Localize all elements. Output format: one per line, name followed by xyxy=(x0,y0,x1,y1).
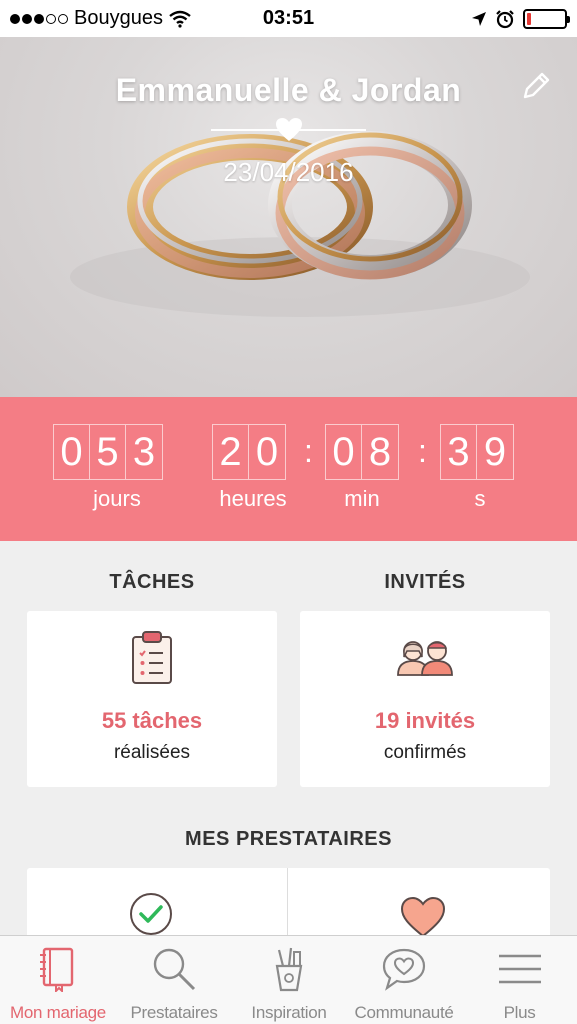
notebook-icon xyxy=(40,947,74,992)
status-time: 03:51 xyxy=(262,7,315,29)
battery-icon xyxy=(523,8,570,29)
wedding-date: 23/04/2016 xyxy=(223,157,354,187)
heart-icon xyxy=(276,118,302,141)
seconds-label: s xyxy=(474,486,486,511)
tab-label: Communauté xyxy=(354,1003,454,1022)
days-digit: 0 xyxy=(54,425,90,479)
minutes-digit: 8 xyxy=(368,430,392,474)
signal-dot xyxy=(46,13,56,24)
guests-title: INVITÉS xyxy=(384,571,466,593)
check-circle-icon xyxy=(130,893,172,935)
guests-card[interactable]: 19 invités confirmés xyxy=(300,611,550,787)
tab-label: Inspiration xyxy=(251,1003,327,1022)
hours-digit: 0 xyxy=(255,430,279,474)
hours-label: heures xyxy=(219,486,287,511)
status-bar: Bouygues 03:51 xyxy=(0,0,577,37)
providers-title: MES PRESTATAIRES xyxy=(185,828,392,850)
edit-pencil-icon[interactable] xyxy=(519,69,553,103)
signal-dot xyxy=(58,13,68,24)
couple-guests-icon xyxy=(397,641,453,676)
hours-digit: 2 xyxy=(213,425,249,479)
tab-prestataires[interactable]: Prestataires xyxy=(116,936,232,1024)
days-digits: 0 5 3 xyxy=(53,424,163,480)
alarm-icon xyxy=(496,9,514,28)
status-left: Bouygues xyxy=(10,7,210,30)
signal-dot xyxy=(10,13,20,24)
time-separator: : xyxy=(304,433,313,469)
minutes-label: min xyxy=(344,486,380,511)
chat-heart-icon xyxy=(382,948,426,991)
seconds-digit: 3 xyxy=(441,425,477,479)
battery-level xyxy=(527,12,532,25)
signal-strength-icon xyxy=(10,13,68,24)
tab-communaute[interactable]: Communauté xyxy=(346,936,462,1024)
carrier-name: Bouygues xyxy=(74,7,163,29)
seconds-digits: 3 9 xyxy=(440,424,514,480)
countdown-banner: 0 5 3 2 0 : 0 8 : 3 9 jours heures min s xyxy=(0,397,577,541)
wifi-icon xyxy=(169,10,191,28)
days-digit: 5 xyxy=(90,425,126,479)
hours-digits: 2 0 xyxy=(212,424,286,480)
tasks-title: TÂCHES xyxy=(109,571,195,593)
heart-icon xyxy=(400,896,446,938)
tab-mon-mariage[interactable]: Mon mariage xyxy=(0,936,116,1024)
couple-names: Emmanuelle & Jordan xyxy=(115,72,462,108)
tab-plus[interactable]: Plus xyxy=(462,936,577,1024)
status-right xyxy=(367,8,570,29)
location-arrow-icon xyxy=(472,11,486,26)
tab-inspiration[interactable]: Inspiration xyxy=(232,936,346,1024)
days-digit: 3 xyxy=(132,430,156,474)
pencil-cup-icon xyxy=(275,947,303,992)
menu-icon xyxy=(498,954,541,984)
tab-label: Plus xyxy=(503,1003,536,1022)
tab-bar: Mon mariage Prestataires Inspiration Com… xyxy=(0,935,577,1024)
minutes-digits: 0 8 xyxy=(325,424,399,480)
seconds-digit: 9 xyxy=(483,430,507,474)
time-separator: : xyxy=(418,433,427,469)
minutes-digit: 0 xyxy=(326,425,362,479)
days-label: jours xyxy=(93,486,141,511)
signal-dot xyxy=(22,13,32,24)
guests-count: 19 invités xyxy=(374,708,476,733)
tasks-card[interactable]: 55 tâches réalisées xyxy=(27,611,277,787)
tasks-count: 55 tâches xyxy=(101,708,203,733)
search-icon xyxy=(153,948,196,991)
signal-dot xyxy=(34,13,44,24)
clipboard-checklist-icon xyxy=(132,631,172,684)
tasks-status: réalisées xyxy=(113,742,191,763)
tab-label: Mon mariage xyxy=(10,1003,106,1022)
tab-label: Prestataires xyxy=(130,1003,218,1022)
guests-status: confirmés xyxy=(383,742,467,763)
hero-banner: Emmanuelle & Jordan 23/04/2016 xyxy=(0,37,577,397)
